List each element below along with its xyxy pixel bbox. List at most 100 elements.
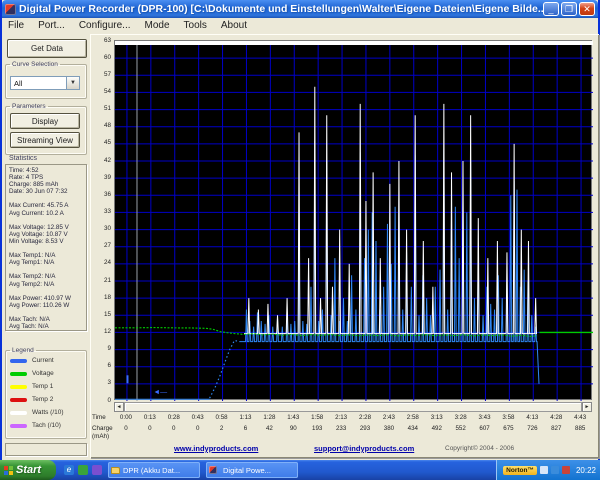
time-tick-label: 0:58	[210, 414, 234, 423]
plot-svg[interactable]: ◄—	[115, 41, 593, 401]
time-axis-caption: Time	[92, 414, 113, 421]
legend-entry-label: Current	[32, 357, 54, 364]
legend-entry-label: Voltage	[32, 370, 54, 377]
title-bar[interactable]: Digital Power Recorder (DPR-100) [C:\Dok…	[2, 0, 598, 18]
get-data-button[interactable]: Get Data	[7, 39, 87, 58]
stat-line: Avg Current: 10.2 A	[9, 210, 86, 217]
time-tick-label: 0:43	[186, 414, 210, 423]
tray-icon-1[interactable]	[540, 466, 548, 474]
tray-icon-2[interactable]	[551, 466, 559, 474]
stat-line: Avg Temp1: N/A	[9, 259, 86, 266]
legend-entry-label: Temp 2	[32, 396, 53, 403]
charge-tick-label: 233	[329, 425, 353, 434]
time-tick-label: 2:58	[401, 414, 425, 423]
scroll-left-icon[interactable]: ◄	[114, 402, 124, 412]
charge-tick-label: 2	[210, 425, 234, 434]
charge-tick-label: 492	[425, 425, 449, 434]
time-tick-label: 0:28	[162, 414, 186, 423]
time-tick-label: 1:28	[257, 414, 281, 423]
stat-line: Charge: 885 mAh	[9, 181, 86, 188]
y-tick-label: 27	[104, 242, 111, 249]
menu-item-tools[interactable]: Tools	[184, 20, 207, 31]
stat-line: Max Voltage: 12.85 V	[9, 224, 86, 231]
app-window: Digital Power Recorder (DPR-100) [C:\Dok…	[0, 0, 600, 460]
scrollbar-thumb[interactable]	[124, 402, 582, 412]
y-tick-label: 12	[104, 328, 111, 335]
legend-entry-label: Temp 1	[32, 383, 53, 390]
y-tick-label: 18	[104, 294, 111, 301]
tray-icon-3[interactable]	[562, 466, 570, 474]
stat-line	[9, 309, 86, 316]
display-button[interactable]: Display	[10, 113, 80, 129]
y-tick-label: 24	[104, 259, 111, 266]
chevron-down-icon[interactable]: ▼	[66, 77, 79, 89]
charge-tick-label: 726	[520, 425, 544, 434]
stat-line	[9, 217, 86, 224]
curve-select-dropdown[interactable]: All ▼	[10, 76, 80, 90]
time-tick-label: 1:58	[305, 414, 329, 423]
support-email-link[interactable]: support@indyproducts.com	[314, 444, 414, 453]
ie-icon[interactable]: e	[64, 465, 74, 475]
time-axis-row: 0:000:130:280:430:581:131:281:431:582:13…	[114, 414, 592, 423]
footer-row: www.indyproducts.com support@indyproduct…	[90, 444, 599, 456]
scroll-right-icon[interactable]: ►	[582, 402, 592, 412]
charge-tick-label: 0	[186, 425, 210, 434]
y-tick-label: 42	[104, 157, 111, 164]
time-tick-label: 1:43	[281, 414, 305, 423]
menu-item-file[interactable]: File	[8, 20, 24, 31]
y-tick-label: 57	[104, 71, 111, 78]
minimize-button[interactable]: _	[543, 2, 559, 16]
time-tick-label: 3:43	[473, 414, 497, 423]
horizontal-scrollbar[interactable]: ◄ ►	[114, 402, 592, 412]
curve-select-value: All	[11, 77, 66, 89]
show-desktop-icon[interactable]	[78, 465, 88, 475]
taskbar: Start e DPR (Akku Dat... Digital Powe...…	[0, 460, 600, 480]
stat-line: Max Current: 45.75 A	[9, 202, 86, 209]
charge-tick-label: 434	[401, 425, 425, 434]
stat-line: Avg Tach: N/A	[9, 323, 86, 330]
time-tick-label: 4:13	[520, 414, 544, 423]
legend-entries: CurrentVoltageTemp 1Temp 2Watts (/10)Tac…	[6, 354, 86, 432]
restore-button[interactable]: ❐	[561, 2, 577, 16]
menu-item-about[interactable]: About	[221, 20, 247, 31]
stat-line: Rate: 4 TPS	[9, 174, 86, 181]
statistics-label: Statistics	[9, 155, 37, 162]
legend-entry: Temp 2	[6, 393, 86, 406]
charge-tick-label: 675	[497, 425, 521, 434]
stat-line	[9, 245, 86, 252]
app-icon-small	[209, 466, 217, 474]
task-button-folder[interactable]: DPR (Akku Dat...	[108, 462, 200, 478]
time-tick-label: 3:58	[497, 414, 521, 423]
menu-item-port[interactable]: Port...	[38, 20, 65, 31]
y-tick-label: 54	[104, 88, 111, 95]
system-tray: Norton™ 20:22	[496, 460, 600, 480]
menu-item-mode[interactable]: Mode	[145, 20, 170, 31]
time-tick-label: 2:28	[353, 414, 377, 423]
y-tick-label: 45	[104, 139, 111, 146]
legend-entry: Voltage	[6, 367, 86, 380]
time-tick-label: 2:13	[329, 414, 353, 423]
media-player-icon[interactable]	[92, 465, 102, 475]
y-tick-label: 48	[104, 122, 111, 129]
y-tick-label: 39	[104, 174, 111, 181]
legend-entry: Temp 1	[6, 380, 86, 393]
stat-line: Time: 4:52	[9, 167, 86, 174]
streaming-view-button[interactable]: Streaming View	[10, 132, 80, 148]
start-button[interactable]: Start	[0, 460, 56, 480]
time-tick-label: 1:13	[234, 414, 258, 423]
task-button-dpr[interactable]: Digital Powe...	[206, 462, 298, 478]
y-tick-label: 15	[104, 311, 111, 318]
charge-tick-label: 193	[305, 425, 329, 434]
window-title: Digital Power Recorder (DPR-100) [C:\Dok…	[19, 3, 543, 15]
time-tick-label: 3:28	[449, 414, 473, 423]
sidebar-bottom-box	[5, 443, 87, 456]
close-button[interactable]: ✕	[579, 2, 595, 16]
charge-tick-label: 607	[473, 425, 497, 434]
website-link[interactable]: www.indyproducts.com	[174, 444, 258, 453]
legend-entry: Current	[6, 354, 86, 367]
stat-line: Max Power: 410.97 W	[9, 295, 86, 302]
menu-item-configure[interactable]: Configure...	[79, 20, 131, 31]
norton-badge[interactable]: Norton™	[503, 466, 537, 475]
plot-area[interactable]: ◄—	[114, 40, 592, 400]
stat-line: Avg Temp2: N/A	[9, 281, 86, 288]
